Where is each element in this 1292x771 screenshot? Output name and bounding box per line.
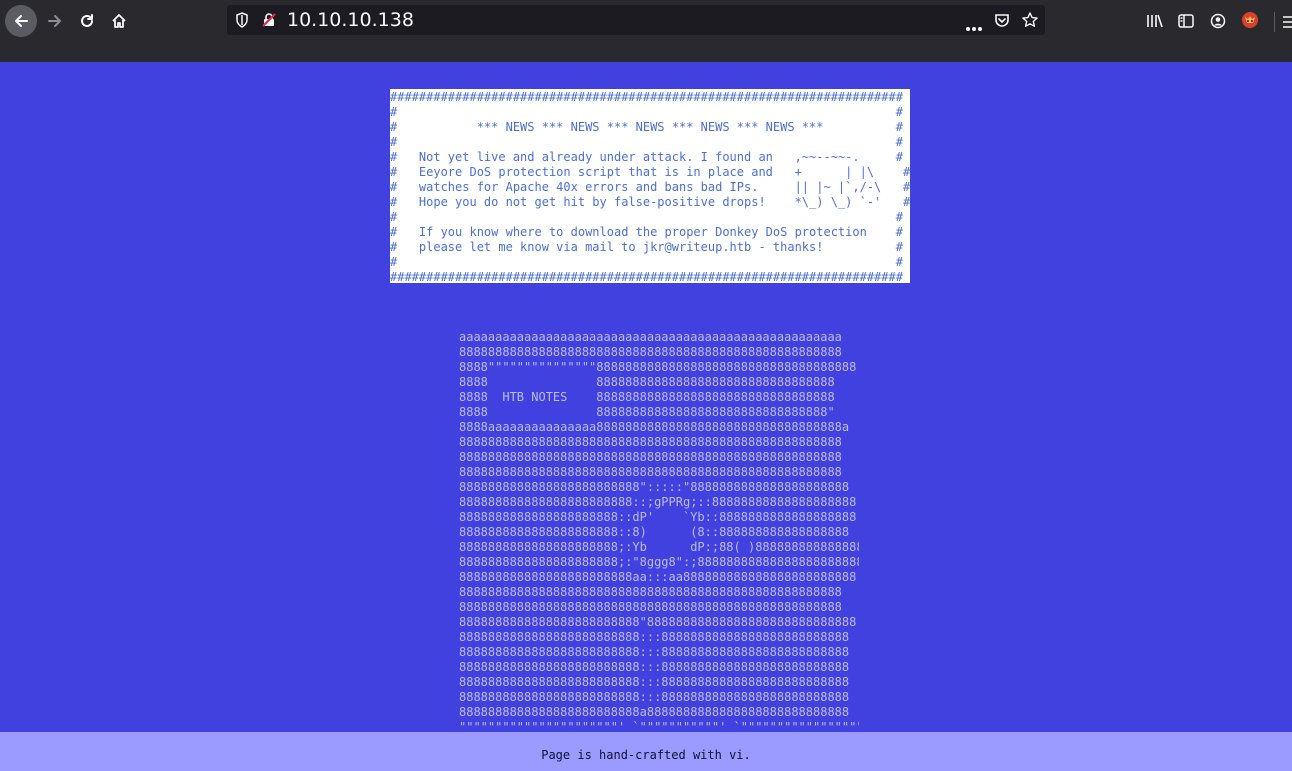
news-text: ########################################… (390, 90, 910, 283)
hamburger-menu-icon[interactable] (1282, 14, 1292, 33)
url-text[interactable]: 10.10.10.138 (287, 9, 414, 31)
fox-extension-icon[interactable] (1241, 11, 1259, 33)
htb-notes-ascii-art: aaaaaaaaaaaaaaaaaaaaaaaaaaaaaaaaaaaaaaaa… (459, 330, 859, 732)
shield-icon[interactable] (235, 12, 249, 32)
browser-toolbar: 10.10.10.138 (0, 0, 1292, 44)
account-icon[interactable] (1210, 13, 1226, 33)
insecure-lock-icon[interactable] (261, 12, 277, 32)
pocket-icon[interactable] (994, 12, 1010, 32)
home-icon[interactable] (103, 5, 135, 37)
more-dots-icon[interactable] (965, 17, 983, 36)
star-icon[interactable] (1022, 12, 1038, 32)
library-icon[interactable] (1146, 13, 1164, 33)
sidebar-icon[interactable] (1178, 13, 1194, 33)
forward-arrow-icon[interactable] (39, 5, 71, 37)
back-arrow-icon[interactable] (5, 5, 37, 37)
ascii-art-text: aaaaaaaaaaaaaaaaaaaaaaaaaaaaaaaaaaaaaaaa… (459, 330, 859, 732)
news-box: ########################################… (390, 89, 910, 283)
footer-text: Page is hand-crafted with vi. (541, 747, 751, 762)
toolbar-separator (1274, 12, 1275, 32)
url-bar[interactable]: 10.10.10.138 (227, 5, 1045, 35)
reload-icon[interactable] (71, 5, 103, 37)
page-content: ########################################… (0, 62, 1292, 771)
page-footer: Page is hand-crafted with vi. (0, 732, 1292, 771)
